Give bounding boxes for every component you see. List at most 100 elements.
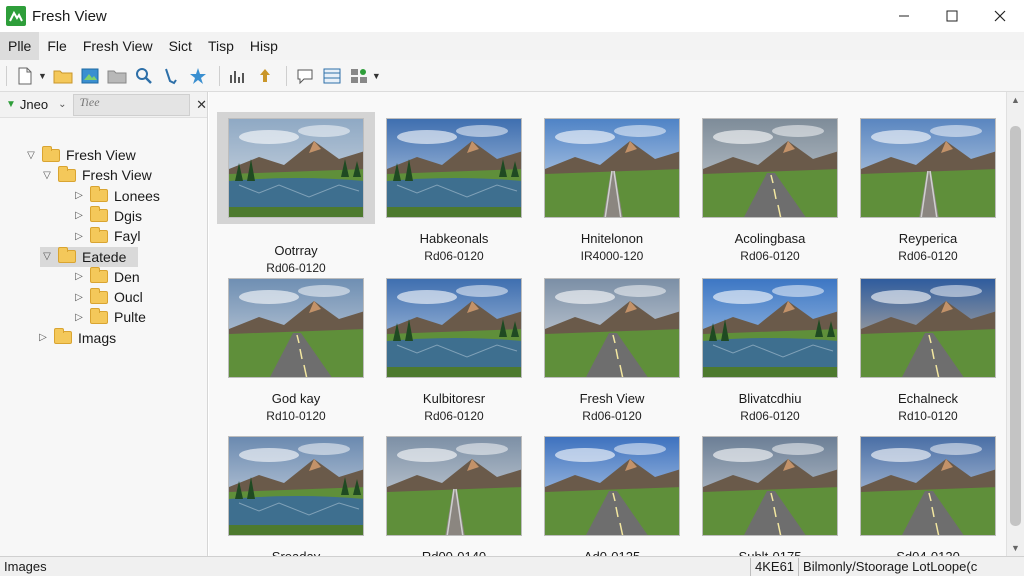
tree-item[interactable]: ▷ Lonees <box>72 186 160 206</box>
tree-item[interactable]: ▽ Fresh View <box>24 145 136 165</box>
tree-item-label: Den <box>114 268 140 285</box>
vertical-scrollbar[interactable]: ▲ ▼ <box>1006 92 1024 556</box>
tree-item[interactable]: ▷ Oucl <box>72 287 143 307</box>
menu-item-fle[interactable]: Fle <box>39 32 74 60</box>
expand-arrow-icon[interactable]: ▷ <box>72 210 86 221</box>
thumbnail-item[interactable]: Ad0-0125 <box>533 436 691 567</box>
layout-icon[interactable] <box>320 64 344 88</box>
location-dropdown-label: Jneo <box>19 97 49 112</box>
thumbnail-item[interactable]: Kulbitoresr Rd06-0120 <box>375 278 533 423</box>
collapse-arrow-icon[interactable]: ▽ <box>40 251 54 262</box>
star-icon[interactable] <box>186 64 210 88</box>
thumbnail-item[interactable]: Rd00-0140 <box>375 436 533 567</box>
search-icon[interactable] <box>132 64 156 88</box>
expand-arrow-icon[interactable]: ▷ <box>72 271 86 282</box>
thumbnail-name: Reyperica <box>898 231 958 246</box>
location-dropdown[interactable]: ▼ Jneo ⌄ <box>0 94 73 116</box>
thumbnail-item[interactable]: Hnitelonon IR4000-120 <box>533 118 691 263</box>
thumbnail-item[interactable]: God kay Rd10-0120 <box>217 278 375 423</box>
menu-bar: Plle Fle Fresh View Sict Tisp Hisp <box>0 32 1024 60</box>
thumbnail-item[interactable]: SreadayRd06-0120 <box>217 436 375 576</box>
tree-item-label: Fresh View <box>66 147 136 163</box>
thumbnail-item[interactable]: Echalneck Rd10-0120 <box>849 278 1007 423</box>
thumbnail-item[interactable]: Acolingbasa Rd06-0120 <box>691 118 849 263</box>
thumbnail-dimensions: Rd06-0120 <box>740 409 800 423</box>
expand-arrow-icon[interactable]: ▷ <box>36 332 50 343</box>
thumbnail-image[interactable] <box>228 436 364 536</box>
tree-item[interactable]: ▷ Den <box>72 267 140 287</box>
tree-item-label: Pulte <box>114 309 146 326</box>
tree-item-label: Oucl <box>114 289 143 306</box>
menu-item-hisp[interactable]: Hisp <box>242 32 286 60</box>
new-file-icon[interactable] <box>13 64 37 88</box>
open-folder-icon[interactable] <box>51 64 75 88</box>
app-logo <box>6 6 26 26</box>
status-text: Images <box>4 559 47 574</box>
thumbnail-image[interactable] <box>544 118 680 218</box>
thumbnail-image[interactable] <box>860 278 996 378</box>
tree-item[interactable]: ▷ Fayl <box>72 226 140 246</box>
menu-item-fresh-view[interactable]: Fresh View <box>75 32 161 60</box>
scroll-up-icon[interactable]: ▲ <box>1007 92 1024 108</box>
collapse-arrow-icon[interactable]: ▽ <box>24 150 38 161</box>
thumbnail-image[interactable] <box>702 278 838 378</box>
thumbnail-dimensions: IR4000-120 <box>580 249 644 263</box>
expand-arrow-icon[interactable]: ▷ <box>72 312 86 323</box>
thumbnail-dimensions: Rd06-0120 <box>424 409 484 423</box>
view-options-icon[interactable] <box>347 64 371 88</box>
thumbnail-image[interactable] <box>702 118 838 218</box>
tree-item[interactable]: ▷ Imags <box>36 328 116 348</box>
chevron-down-icon: ⌄ <box>58 99 67 110</box>
chevron-down-icon[interactable]: ▼ <box>38 71 47 81</box>
tree-filter-input[interactable]: Tiee <box>72 93 191 116</box>
thumbnail-image[interactable] <box>386 278 522 378</box>
thumbnail-name: Habkeonals <box>419 231 489 246</box>
folder-icon <box>42 145 60 162</box>
folder-icon[interactable] <box>105 64 129 88</box>
collapse-arrow-icon[interactable]: ▽ <box>40 170 54 181</box>
tree-item[interactable]: ▷ Dgis <box>72 206 142 226</box>
expand-arrow-icon[interactable]: ▷ <box>72 231 86 242</box>
minimize-icon[interactable] <box>880 0 928 32</box>
close-pane-icon[interactable]: ✕ <box>196 97 207 113</box>
expand-arrow-icon[interactable]: ▷ <box>72 292 86 303</box>
tree-item[interactable]: ▷ Pulte <box>72 307 146 327</box>
thumbnail-item[interactable]: Sd04-0120 <box>849 436 1007 567</box>
maximize-icon[interactable] <box>928 0 976 32</box>
thumbnail-item[interactable]: Sublt-0175 <box>691 436 849 567</box>
tree-item[interactable]: ▽ Eatede <box>40 246 139 267</box>
thumbnail-image[interactable] <box>544 278 680 378</box>
thumbnail-image[interactable] <box>860 118 996 218</box>
thumbnail-item[interactable]: Reyperica Rd06-0120 <box>849 118 1007 263</box>
chevron-down-icon[interactable]: ▼ <box>372 71 381 81</box>
expand-arrow-icon[interactable]: ▷ <box>72 190 86 201</box>
thumbnail-image[interactable] <box>386 118 522 218</box>
tree-item[interactable]: ▽ Fresh View <box>40 165 152 185</box>
scroll-down-icon[interactable]: ▼ <box>1007 540 1024 556</box>
pen-icon[interactable] <box>159 64 183 88</box>
scrollbar-thumb[interactable] <box>1010 126 1021 526</box>
menu-item-sict[interactable]: Sict <box>161 32 200 60</box>
thumbnail-item[interactable]: Blivatcdhiu Rd06-0120 <box>691 278 849 423</box>
thumbnail-image[interactable] <box>860 436 996 536</box>
thumbnail-image[interactable] <box>702 436 838 536</box>
thumbnail-image[interactable] <box>228 278 364 378</box>
thumbnail-item[interactable]: Ootrray Rd06-0120 <box>217 112 375 275</box>
image-icon[interactable] <box>78 64 102 88</box>
status-segment-1: 4KE61 <box>750 557 798 576</box>
status-bar: Images 4KE61 Bilmonly/Stoorage LotLoope(… <box>0 556 1024 576</box>
thumbnail-image[interactable] <box>228 118 364 218</box>
menu-item-plle[interactable]: Plle <box>0 32 40 60</box>
thumbnail-image[interactable] <box>544 436 680 536</box>
thumbnail-item[interactable]: Fresh View Rd06-0120 <box>533 278 691 423</box>
thumbnail-image[interactable] <box>386 436 522 536</box>
folder-icon <box>90 287 108 304</box>
close-icon[interactable] <box>976 0 1024 32</box>
upload-icon[interactable] <box>253 64 277 88</box>
comment-icon[interactable] <box>293 64 317 88</box>
thumbnail-item[interactable]: Habkeonals Rd06-0120 <box>375 118 533 263</box>
thumbnail-dimensions: Rd06-0120 <box>582 409 642 423</box>
thumbnail-name: Acolingbasa <box>734 231 806 246</box>
sort-icon[interactable] <box>226 64 250 88</box>
menu-item-tisp[interactable]: Tisp <box>200 32 242 60</box>
